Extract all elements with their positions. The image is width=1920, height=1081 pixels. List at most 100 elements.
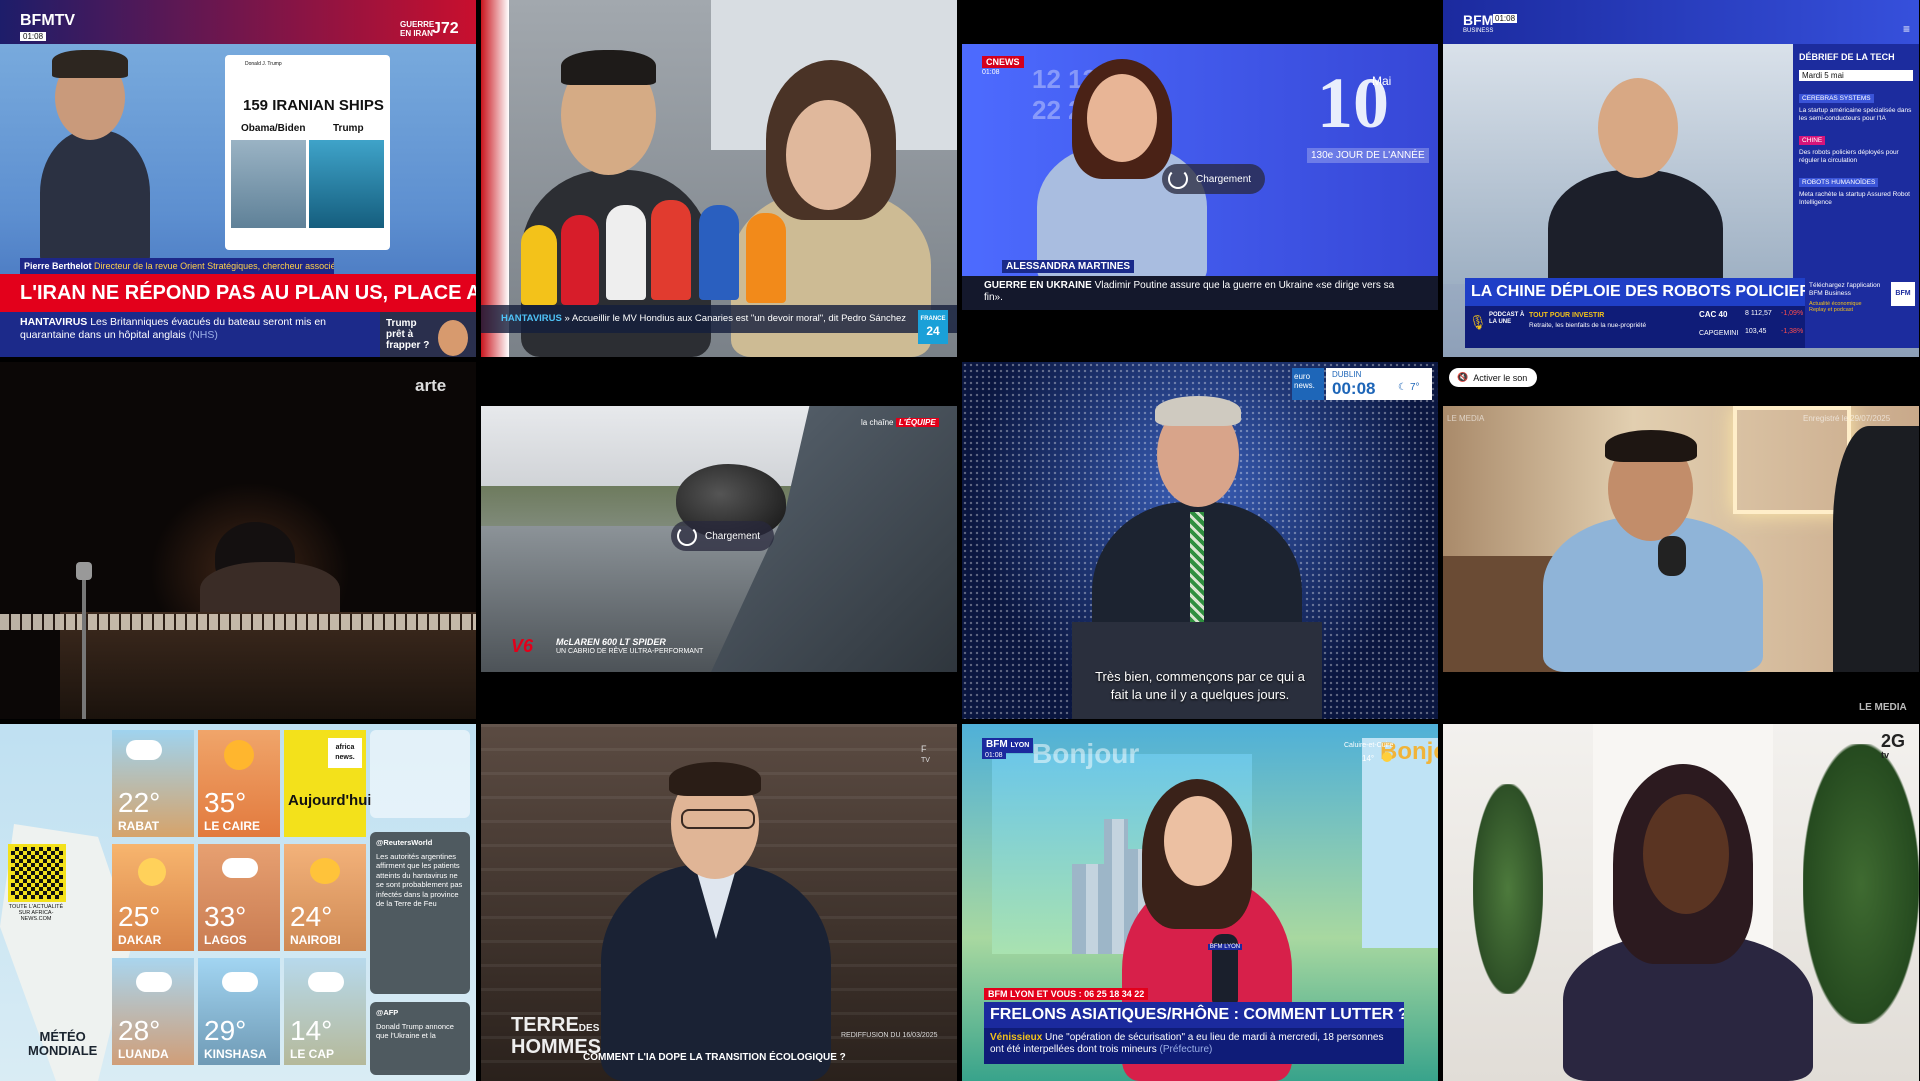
tweet-image-right: [309, 140, 384, 228]
anchor-name: ALESSANDRA MARTINES: [1002, 260, 1135, 273]
euronews-stream[interactable]: euro news. DUBLIN 00:08 ☾ 7° Très bien, …: [962, 362, 1438, 719]
podcast-bar: 🎙 PODCAST À LA UNE TOUT POUR INVESTIR Re…: [1465, 306, 1695, 348]
car-model: McLAREN 600 LT SPIDER: [556, 637, 666, 647]
weather-city: LUANDA: [118, 1047, 169, 1061]
guest-hair: [52, 50, 128, 78]
bfm-promo: Trump prêt à frapper ?: [380, 312, 476, 357]
meteo-line2: MONDIALE: [28, 1043, 98, 1058]
city-clock: DUBLIN 00:08 ☾ 7°: [1326, 368, 1432, 400]
presenter-head: [1598, 78, 1678, 178]
interviewer-silhouette: [1833, 426, 1919, 672]
sound-button[interactable]: 🔇 Activer le son: [1449, 368, 1538, 387]
bfmb-clock: 01:08: [1493, 14, 1518, 23]
piano-keys: [0, 614, 476, 630]
f24-ticker: HANTAVIRUS » Accueillir le MV Hondius au…: [481, 305, 957, 333]
studio-screen-text: Bonjour: [1032, 738, 1140, 769]
bfm-business-stream[interactable]: BFM 01:08 BUSINESS ≡ DÉBRIEF DE LA TECH …: [1443, 0, 1919, 357]
mic-flag: BFM LYON: [1208, 944, 1242, 950]
stock-name: CAPGEMINI: [1699, 330, 1739, 337]
cnews-clock: 01:08: [982, 69, 1000, 76]
weather-city: DAKAR: [118, 933, 162, 947]
plant-right: [1803, 744, 1919, 1024]
lequipe-frame: la chaîne L'ÉQUIPE Chargement V6 McLAREN…: [481, 406, 957, 672]
africanews-stream[interactable]: TOUTE L'ACTUALITÉ SUR AFRICA-NEWS.COM MÉ…: [0, 724, 476, 1081]
stock-name: CAC 40: [1699, 310, 1728, 319]
lyon-ticker: Vénissieux Une "opération de sécurisatio…: [984, 1028, 1404, 1064]
cloud-icon: [308, 972, 344, 992]
side-item: CEREBRAS SYSTEMS La startup américaine s…: [1799, 87, 1913, 123]
anchor-tie: [1190, 512, 1204, 622]
date-month: Mai: [1372, 74, 1392, 88]
bfm-ticker: HANTAVIRUS Les Britanniques évacués du b…: [0, 312, 380, 357]
guest-title: Directeur de la revue Orient Stratégique…: [94, 261, 334, 271]
tv-wall-grid: BFMTV 01:08 GUERRE EN IRAN J72 Donald J.…: [0, 0, 1920, 1081]
menu-icon[interactable]: ≡: [1903, 22, 1910, 36]
tweet-image-left: [231, 140, 306, 228]
lemedia-stream[interactable]: 🔇 Activer le son Enregistré le 29/07/202…: [1443, 362, 1919, 719]
weather-temp: 24°: [290, 901, 333, 932]
weather-sun-icon: [1382, 752, 1392, 762]
le-media-corner-logo: LE MEDIA: [1447, 414, 1485, 423]
france24-logo: FRANCE 24: [918, 310, 948, 344]
weather-temp: 35°: [204, 787, 247, 818]
stock-ticker: CAC 40 8 112,57 -1,09% CAPGEMINI 103,45 …: [1695, 306, 1805, 348]
qr-caption: TOUTE L'ACTUALITÉ SUR AFRICA-NEWS.COM: [8, 904, 64, 922]
loading-label: Chargement: [705, 530, 761, 542]
weather-tile: 29° KINSHASA: [198, 958, 280, 1065]
weather-temp: 14°: [290, 1015, 333, 1046]
france24-stream[interactable]: HANTAVIRUS » Accueillir le MV Hondius au…: [481, 0, 957, 357]
weather-temp: 22°: [118, 787, 161, 818]
cnews-stream[interactable]: CNEWS 01:08 12 13 14 22 23 10 Mai 130e JO…: [962, 0, 1438, 357]
cloud-icon: [126, 740, 162, 760]
tweet-card: Donald J. Trump 159 IRANIAN SHIPS Obama/…: [225, 55, 390, 250]
weather-tile: 35° LE CAIRE: [198, 730, 280, 837]
podcast-mic-icon: 🎙: [1469, 314, 1487, 330]
ticker-label: HANTAVIRUS: [20, 316, 88, 328]
lemedia-frame: Enregistré le 29/07/2025 LE MEDIA: [1443, 406, 1919, 672]
2gtv-stream[interactable]: 2G tv: [1443, 724, 1919, 1081]
africanews-logo-line1: africa: [335, 744, 355, 751]
sun-icon: [138, 858, 166, 886]
subtitle-line2: fait la une il y a quelques jours.: [1110, 687, 1290, 702]
presenter-face: [1164, 796, 1232, 886]
side-date: Mardi 5 mai: [1799, 70, 1913, 81]
app-sub2: Replay et podcast: [1809, 307, 1854, 313]
minister-face: [786, 100, 871, 210]
terre-des-hommes-stream[interactable]: F TV TERREDES HOMMES COMMENT L'IA DOPE LA…: [481, 724, 957, 1081]
bfm-lyon-logo: BFM LYON: [982, 738, 1034, 753]
feed-text: Donald Trump annonce que l'Ukraine et la: [376, 1021, 454, 1041]
news-feed: @ReutersWorld Les autorités argentines a…: [370, 730, 474, 1075]
tv-corner-logo: F TV: [921, 744, 930, 764]
meteo-title: MÉTÉO MONDIALE: [28, 1030, 97, 1058]
lequipe-stream[interactable]: la chaîne L'ÉQUIPE Chargement V6 McLAREN…: [481, 362, 957, 719]
arte-stream[interactable]: arte: [0, 362, 476, 719]
stock-row: CAPGEMINI 103,45 -1,38%: [1699, 328, 1803, 337]
bfmtv-stream[interactable]: BFMTV 01:08 GUERRE EN IRAN J72 Donald J.…: [0, 0, 476, 357]
guest-name: Pierre Berthelot: [24, 261, 92, 271]
guest-hair: [1605, 430, 1697, 462]
weather-city: LE CAIRE: [204, 819, 261, 833]
show-line1: TERRE: [511, 1014, 579, 1036]
weather-tile: 28° LUANDA: [112, 958, 194, 1065]
lyon-ticker-label: Vénissieux: [990, 1032, 1043, 1043]
bfmb-headline: LA CHINE DÉPLOIE DES ROBOTS POLICIERS: [1465, 278, 1805, 306]
weather-city: LE CAP: [290, 1047, 335, 1061]
lyon-headline: FRELONS ASIATIQUES/RHÔNE : COMMENT LUTTE…: [984, 1002, 1404, 1028]
weather-tile: 33° LAGOS: [198, 844, 280, 951]
rebroadcast-date: REDIFFUSION DU 16/03/2025: [841, 1032, 938, 1039]
side-item-tag: CEREBRAS SYSTEMS: [1799, 94, 1874, 103]
recording-watermark: Enregistré le 29/07/2025: [1803, 414, 1891, 423]
bfm-lyon-stream[interactable]: Bonjour Bonjour Caluire-et-Cuire 14° BFM…: [962, 724, 1438, 1081]
location-label: Caluire-et-Cuire: [1344, 742, 1394, 749]
right-screen: [1362, 738, 1438, 948]
speaker-muted-icon: 🔇: [1457, 372, 1469, 382]
bfm-clock: 01:08: [20, 32, 47, 41]
mic-1: [521, 225, 557, 305]
cnews-ticker: GUERRE EN UKRAINE Vladimir Poutine assur…: [962, 276, 1438, 310]
show-des: DES: [578, 1023, 600, 1034]
bfmb-logo: BFM: [1463, 12, 1494, 28]
loading-spinner-icon: [1168, 169, 1188, 189]
plant-left: [1473, 784, 1543, 994]
qr-code: [8, 844, 66, 902]
mic-5: [699, 205, 739, 300]
